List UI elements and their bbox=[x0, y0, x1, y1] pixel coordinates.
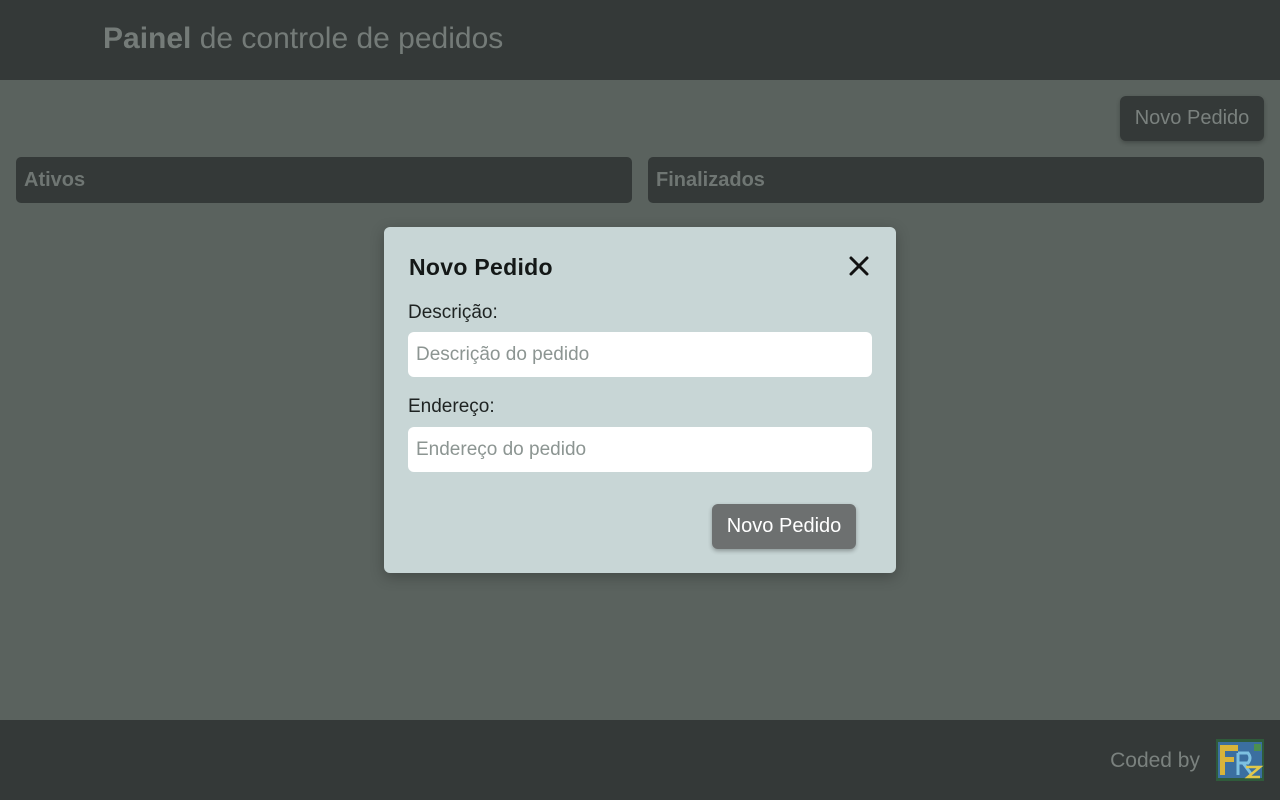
footer-credit: Coded by bbox=[1110, 749, 1200, 772]
page-title: Painel de controle de pedidos bbox=[103, 22, 503, 56]
description-label: Descrição: bbox=[408, 302, 498, 323]
page-title-bold: Painel bbox=[103, 22, 192, 55]
new-order-modal: Novo Pedido Descrição: Endereço: Novo Pe… bbox=[384, 227, 896, 573]
address-input[interactable] bbox=[408, 427, 872, 472]
description-input[interactable] bbox=[408, 332, 872, 377]
column-label-finished: Finalizados bbox=[656, 169, 765, 191]
column-header-active: Ativos bbox=[16, 157, 632, 203]
address-label: Endereço: bbox=[408, 396, 495, 417]
close-icon[interactable] bbox=[844, 251, 874, 281]
column-label-active: Ativos bbox=[24, 169, 86, 191]
column-header-finished: Finalizados bbox=[648, 157, 1264, 203]
app-footer: Coded by bbox=[0, 720, 1280, 800]
app-header: Painel de controle de pedidos bbox=[0, 0, 1280, 80]
submit-new-order-button[interactable]: Novo Pedido bbox=[712, 504, 856, 549]
author-logo-icon[interactable] bbox=[1216, 739, 1264, 781]
page-title-rest: de controle de pedidos bbox=[191, 22, 504, 55]
new-order-button[interactable]: Novo Pedido bbox=[1120, 96, 1264, 141]
modal-title: Novo Pedido bbox=[409, 254, 553, 280]
